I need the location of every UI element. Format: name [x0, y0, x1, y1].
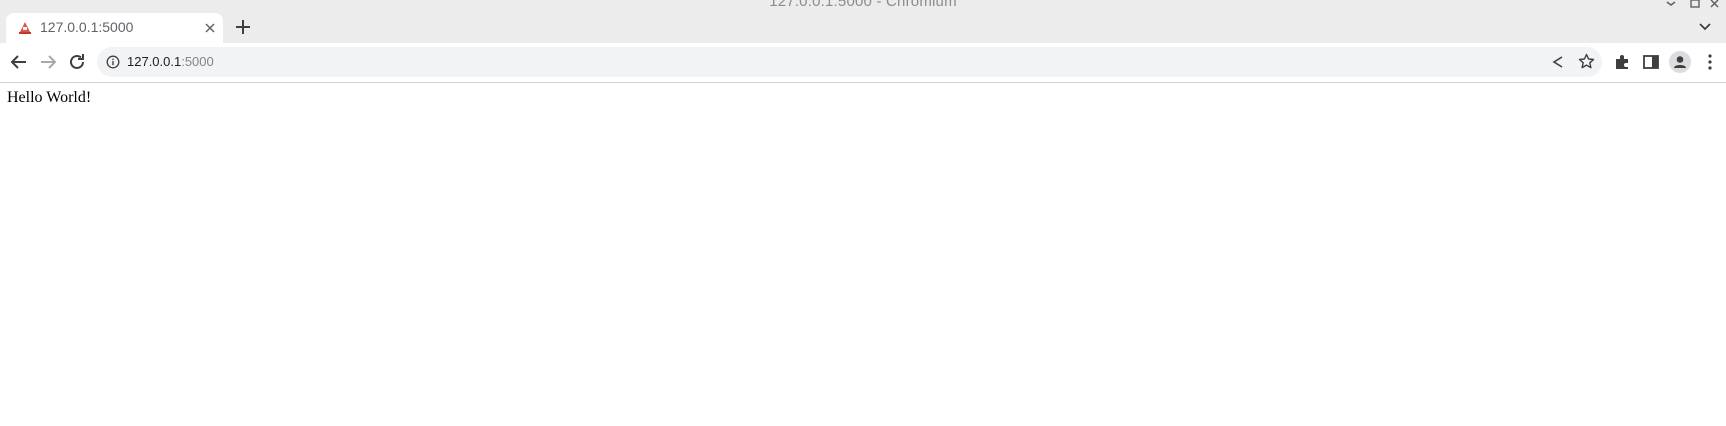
browser-window: 127.0.0.1:5000 - Chromium 127.0.0.1:5000	[0, 0, 1726, 426]
chevron-down-icon[interactable]	[1697, 19, 1713, 35]
url-port: :5000	[181, 54, 214, 69]
side-panel-icon[interactable]	[1642, 53, 1660, 71]
window-close-icon[interactable]	[1708, 0, 1722, 8]
person-icon	[1674, 56, 1686, 68]
maximize-icon[interactable]	[1688, 0, 1702, 8]
profile-button[interactable]	[1669, 51, 1691, 73]
url-host: 127.0.0.1	[127, 54, 182, 69]
plus-icon[interactable]	[233, 17, 253, 37]
reload-icon[interactable]	[67, 52, 87, 72]
tab-favicon-icon	[19, 22, 31, 34]
close-icon[interactable]	[203, 21, 217, 35]
star-icon[interactable]	[1578, 53, 1595, 70]
tab-title: 127.0.0.1:5000	[40, 19, 134, 35]
share-icon[interactable]	[1550, 54, 1566, 70]
window-title: 127.0.0.1:5000 - Chromium	[769, 0, 957, 10]
toolbar: 127.0.0.1:5000	[0, 43, 1726, 83]
page-content: Hello World!	[0, 83, 1726, 426]
arrow-left-icon[interactable]	[9, 52, 29, 72]
minimize-icon[interactable]	[1664, 0, 1678, 8]
kebab-menu-icon[interactable]	[1702, 53, 1718, 71]
page-body-text: Hello World!	[7, 89, 92, 106]
address-bar[interactable]: 127.0.0.1:5000	[97, 47, 1602, 77]
url-text[interactable]: 127.0.0.1:5000	[127, 54, 214, 69]
info-icon[interactable]	[106, 55, 120, 69]
tab-active[interactable]: 127.0.0.1:5000	[6, 13, 223, 43]
tab-strip: 127.0.0.1:5000 - Chromium 127.0.0.1:5000	[0, 0, 1726, 43]
arrow-right-icon[interactable]	[38, 52, 58, 72]
puzzle-icon[interactable]	[1613, 53, 1631, 71]
